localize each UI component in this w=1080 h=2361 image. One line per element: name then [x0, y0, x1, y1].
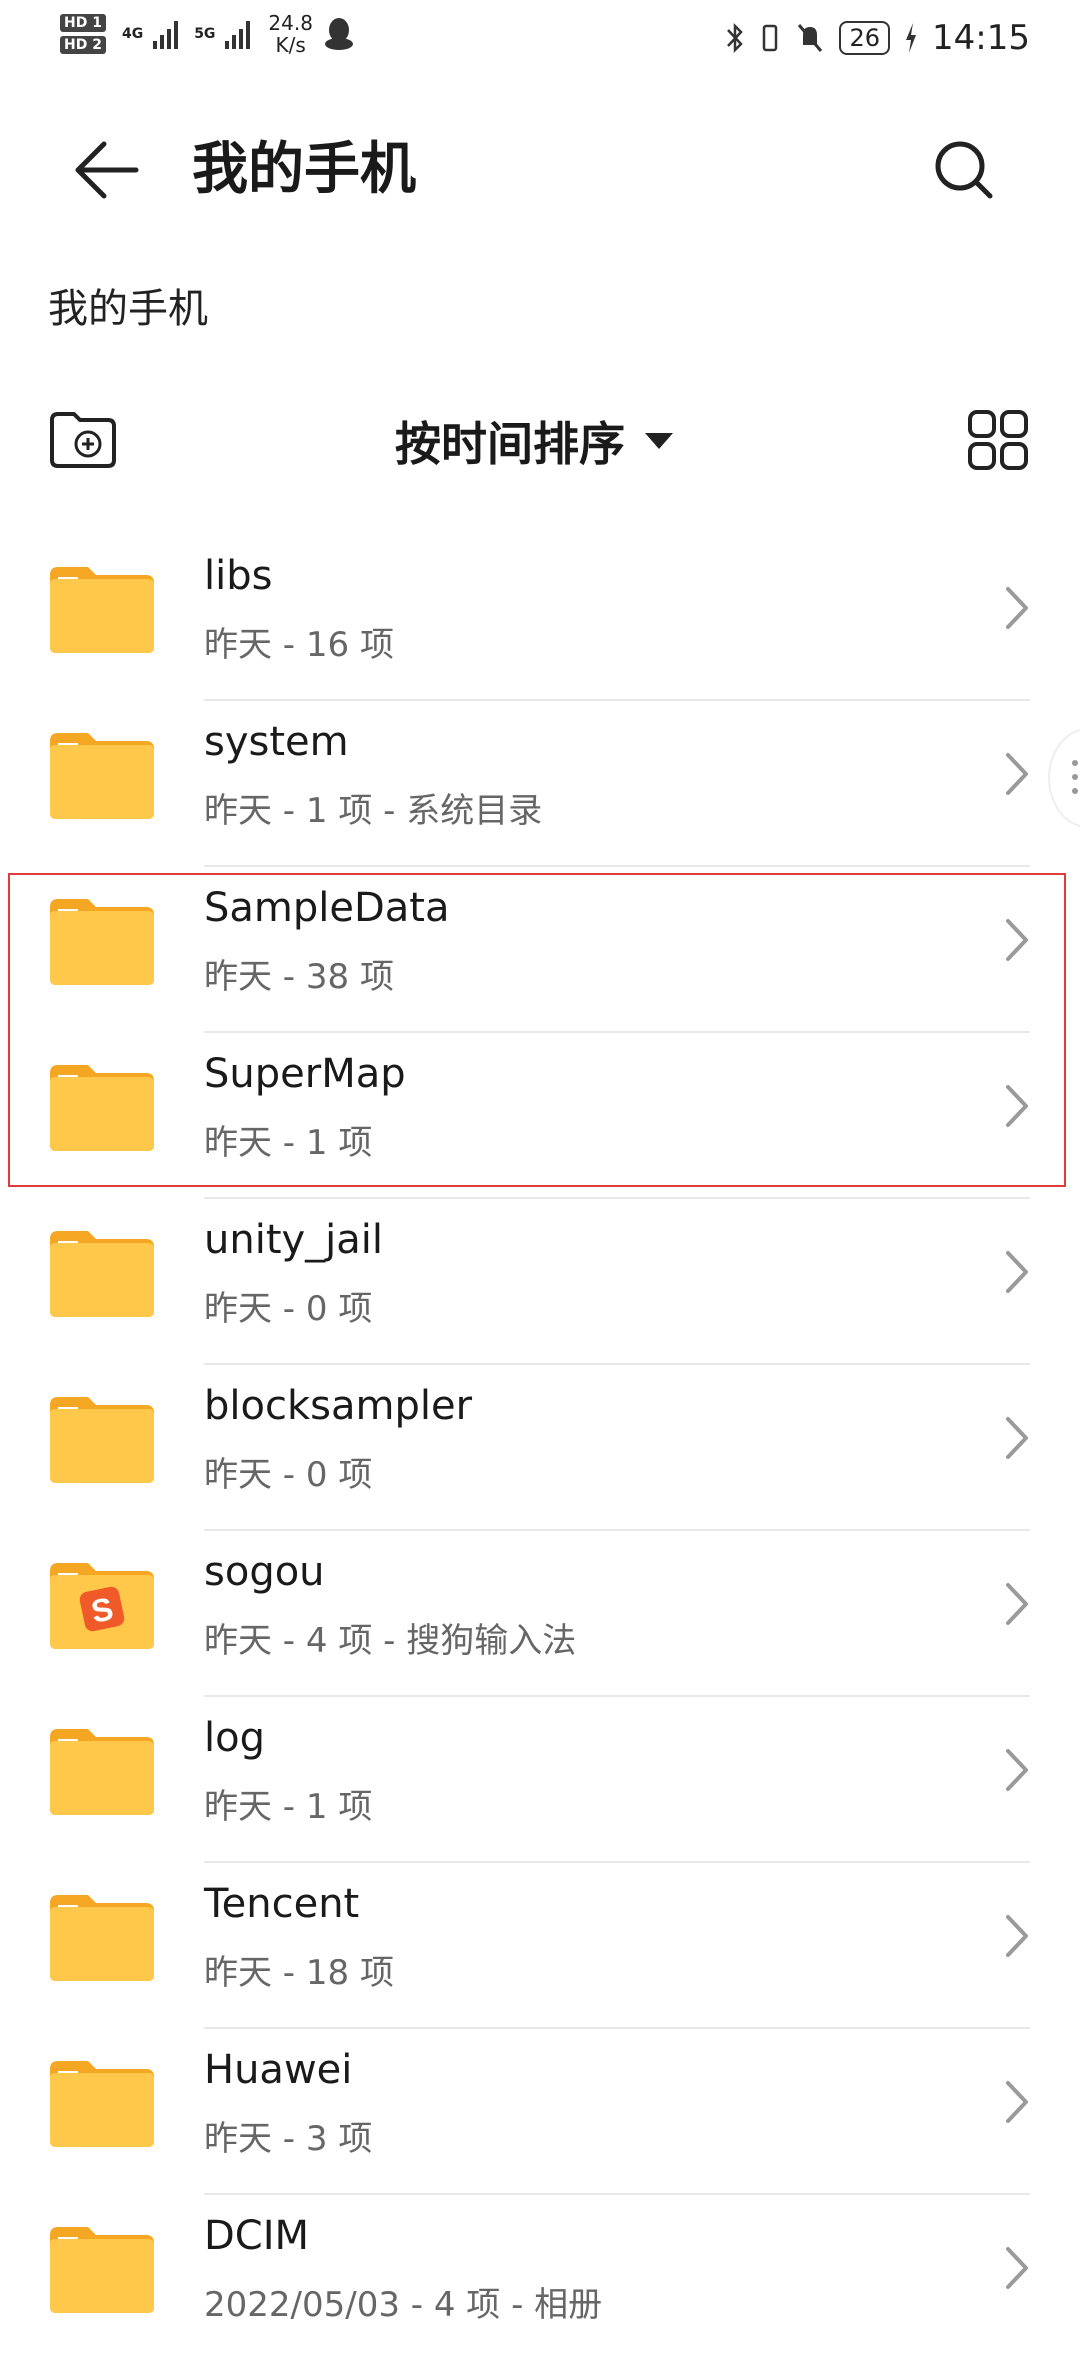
- hd-indicators: HD 1 HD 2: [60, 14, 106, 54]
- list-item[interactable]: blocksampler 昨天 - 0 项: [0, 1365, 1080, 1531]
- list-item[interactable]: S sogou 昨天 - 4 项 - 搜狗输入法: [0, 1531, 1080, 1697]
- signal-icon: [153, 19, 179, 49]
- grid-view-icon[interactable]: [966, 408, 1030, 472]
- back-arrow-icon[interactable]: [70, 138, 140, 202]
- file-name: blocksampler: [204, 1383, 473, 1429]
- chevron-right-icon: [1006, 1749, 1028, 1791]
- file-meta: 2022/05/03 - 4 项 - 相册: [204, 2285, 603, 2325]
- speed-value: 24.8: [268, 11, 313, 35]
- chevron-right-icon: [1006, 753, 1028, 795]
- status-right: 26 14:15: [725, 18, 1030, 58]
- sort-label: 按时间排序: [395, 417, 625, 471]
- chevron-right-icon: [1006, 587, 1028, 629]
- file-name: log: [204, 1715, 265, 1761]
- file-meta: 昨天 - 1 项: [204, 1787, 373, 1827]
- list-item[interactable]: system 昨天 - 1 项 - 系统目录: [0, 701, 1080, 867]
- clock: 14:15: [932, 18, 1030, 58]
- file-meta: 昨天 - 0 项: [204, 1455, 373, 1495]
- sort-dropdown[interactable]: 按时间排序: [395, 408, 673, 474]
- list-item[interactable]: Huawei 昨天 - 3 项: [0, 2029, 1080, 2195]
- file-meta: 昨天 - 3 项: [204, 2119, 373, 2159]
- file-meta: 昨天 - 1 项 - 系统目录: [204, 791, 543, 831]
- chevron-right-icon: [1006, 2081, 1028, 2123]
- handle-dots-icon: [1072, 760, 1078, 766]
- selection-highlight-box: [8, 873, 1066, 1187]
- network-4g-label: 4G: [121, 26, 144, 42]
- chevron-right-icon: [1006, 1251, 1028, 1293]
- charging-icon: [906, 23, 917, 53]
- caret-down-icon: [645, 433, 673, 449]
- file-name: system: [204, 719, 349, 765]
- file-name: DCIM: [204, 2213, 310, 2259]
- page-title: 我的手机: [192, 137, 416, 202]
- new-folder-icon[interactable]: [48, 408, 118, 472]
- list-item[interactable]: Tencent 昨天 - 18 项: [0, 1863, 1080, 2029]
- folder-icon: [50, 1397, 154, 1483]
- file-name: libs: [204, 553, 273, 599]
- file-list: libs 昨天 - 16 项 system 昨天 - 1 项 - 系统目录 Sa…: [0, 535, 1080, 2361]
- chevron-right-icon: [1006, 2247, 1028, 2289]
- sogou-folder-icon: S: [50, 1563, 154, 1649]
- bluetooth-icon: [727, 22, 744, 54]
- mute-bell-icon: [798, 24, 823, 52]
- speed-unit: K/s: [275, 33, 306, 57]
- vibrate-icon: [763, 24, 778, 52]
- file-meta: 昨天 - 16 项: [204, 625, 394, 665]
- file-name: Huawei: [204, 2047, 353, 2093]
- network-5g-label: 5G: [194, 26, 216, 42]
- hd2-badge: HD 2: [60, 36, 106, 54]
- hd1-badge: HD 1: [60, 14, 106, 32]
- status-bar: HD 1 HD 2 4G 5G 24.8 K/s 26 14:15: [0, 0, 1080, 80]
- qq-icon: [324, 18, 353, 50]
- folder-icon: [50, 1231, 154, 1317]
- toolbar: 按时间排序: [0, 400, 1080, 480]
- breadcrumb[interactable]: 我的手机: [48, 276, 208, 334]
- chevron-right-icon: [1006, 1583, 1028, 1625]
- file-meta: 昨天 - 18 项: [204, 1953, 394, 1993]
- folder-icon: [50, 1895, 154, 1981]
- file-name: sogou: [204, 1549, 325, 1595]
- signal-icon-2: [225, 19, 251, 49]
- file-meta: 昨天 - 0 项: [204, 1289, 373, 1329]
- list-item[interactable]: DCIM 2022/05/03 - 4 项 - 相册: [0, 2195, 1080, 2361]
- folder-icon: [50, 2227, 154, 2313]
- file-meta: 昨天 - 4 项 - 搜狗输入法: [204, 1621, 577, 1661]
- list-item[interactable]: libs 昨天 - 16 项: [0, 535, 1080, 701]
- folder-icon: [50, 567, 154, 653]
- status-left: HD 1 HD 2 4G 5G 24.8 K/s: [60, 12, 355, 56]
- file-name: unity_jail: [204, 1217, 384, 1263]
- file-name: Tencent: [204, 1881, 360, 1927]
- search-icon[interactable]: [928, 134, 1000, 206]
- chevron-right-icon: [1006, 1915, 1028, 1957]
- app-header: 我的手机: [0, 120, 1080, 220]
- list-item[interactable]: log 昨天 - 1 项: [0, 1697, 1080, 1863]
- folder-icon: [50, 733, 154, 819]
- folder-icon: [50, 2061, 154, 2147]
- chevron-right-icon: [1006, 1417, 1028, 1459]
- list-item[interactable]: unity_jail 昨天 - 0 项: [0, 1199, 1080, 1365]
- network-speed: 24.8 K/s: [268, 12, 313, 56]
- folder-icon: [50, 1729, 154, 1815]
- battery-level: 26: [839, 21, 891, 55]
